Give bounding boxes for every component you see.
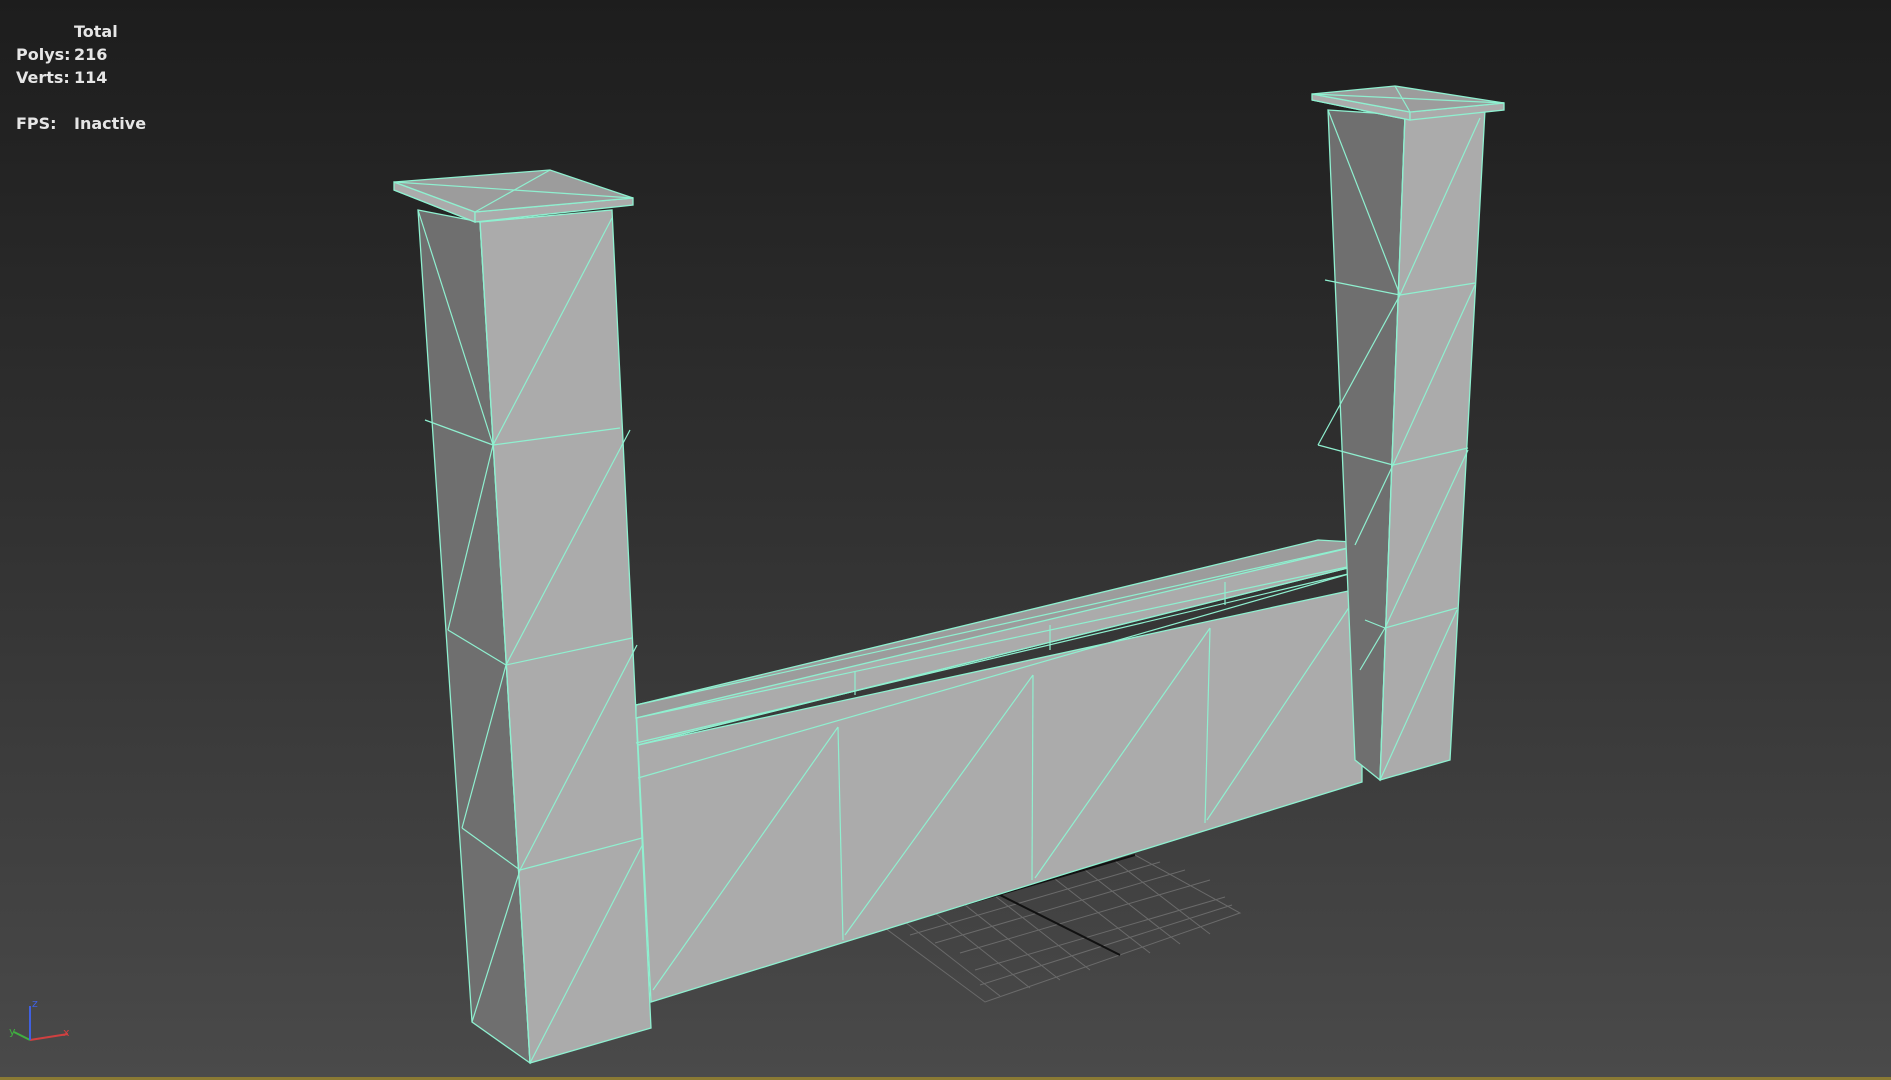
polys-value: 216 <box>74 45 108 64</box>
scene-canvas[interactable]: x y z <box>0 0 1891 1080</box>
verts-label: Verts: <box>16 68 70 87</box>
polys-row: Polys: 216 <box>16 43 146 66</box>
x-axis-label: x <box>63 1026 70 1039</box>
verts-row: Verts: 114 <box>16 66 146 89</box>
y-axis-label: y <box>9 1025 16 1038</box>
z-axis-label: z <box>32 997 38 1010</box>
stats-header-row: Total <box>16 20 146 43</box>
fps-row: FPS: Inactive <box>16 112 146 135</box>
polys-label: Polys: <box>16 45 71 64</box>
left-pillar[interactable] <box>393 169 652 1065</box>
fps-label: FPS: <box>16 114 57 133</box>
viewport-statistics: Total Polys: 216 Verts: 114 FPS: Inactiv… <box>16 20 146 135</box>
fps-value: Inactive <box>74 114 147 133</box>
wall-segment[interactable] <box>635 539 1382 1003</box>
verts-value: 114 <box>74 68 108 87</box>
y-axis-line <box>13 1031 31 1041</box>
stats-header: Total <box>74 22 118 41</box>
3d-viewport[interactable]: x y z Total Polys: 216 Verts: 114 FPS: I… <box>0 0 1891 1080</box>
axis-gizmo: x y z <box>9 997 70 1041</box>
stats-spacer <box>16 89 146 112</box>
